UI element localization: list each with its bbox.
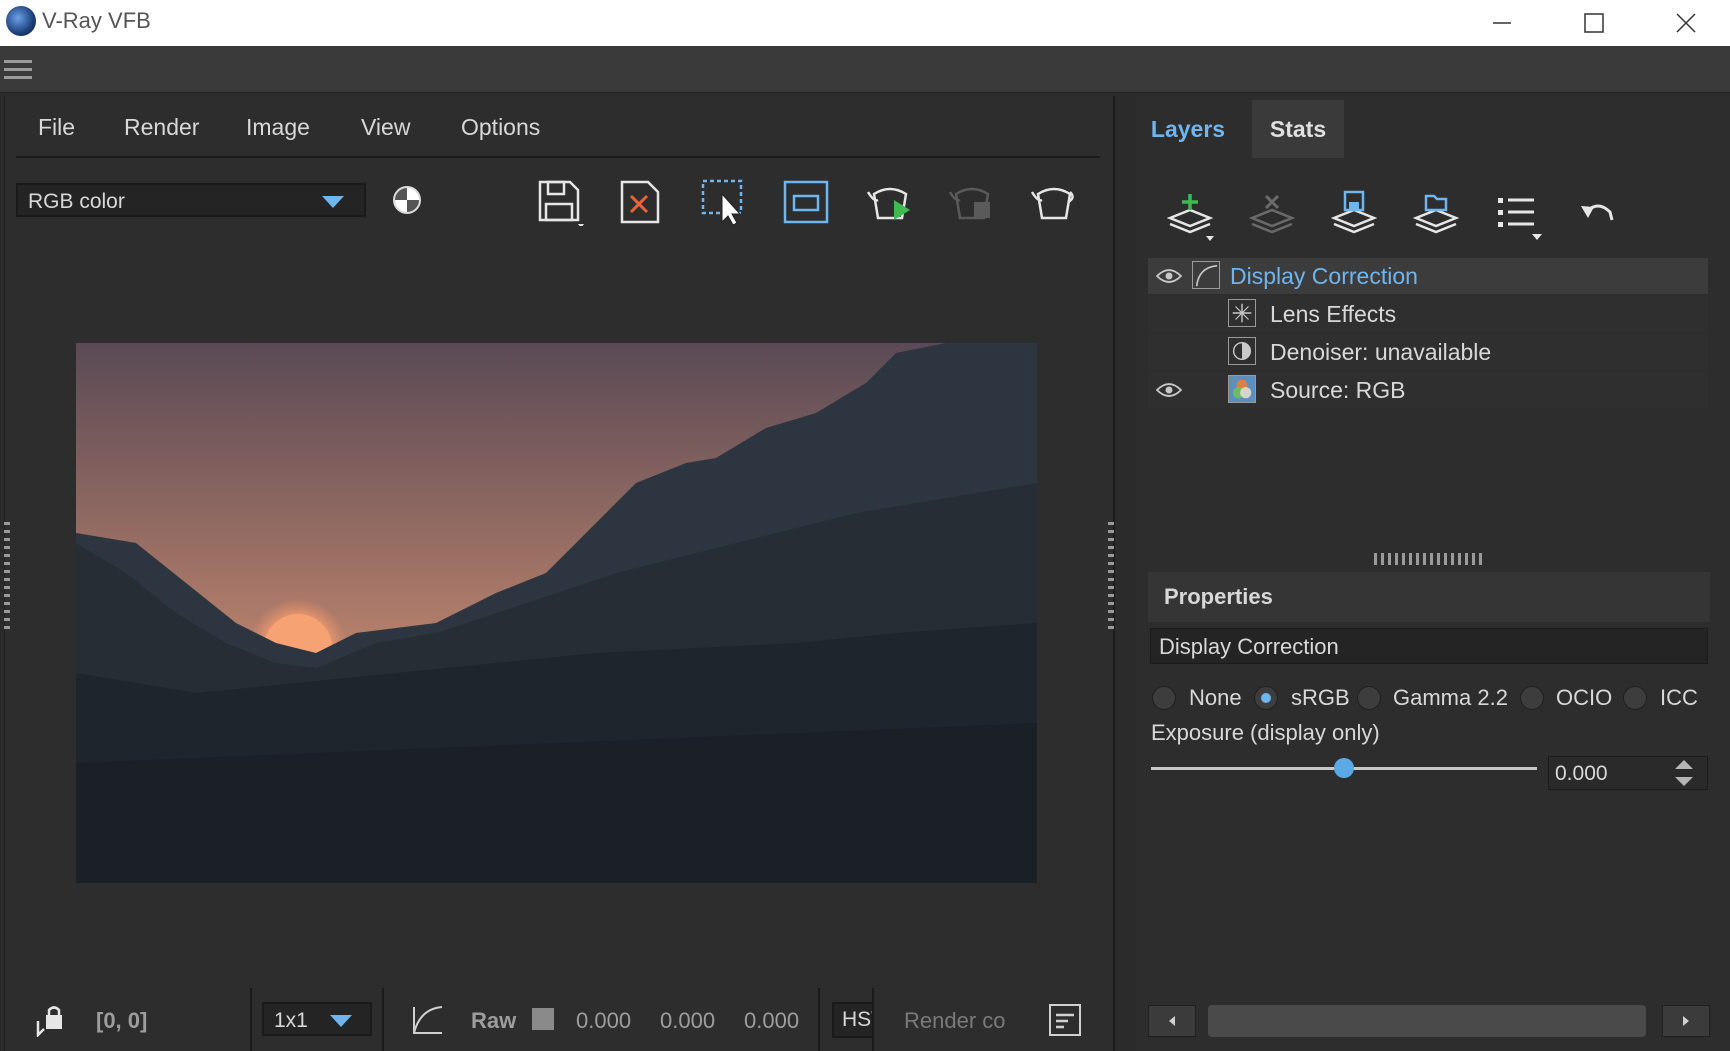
scrollbar-thumb[interactable] (1208, 1005, 1646, 1037)
maximize-button[interactable] (1548, 0, 1640, 46)
render-icon[interactable] (1030, 178, 1078, 226)
channel-select-value: RGB color (28, 190, 125, 213)
rendered-image[interactable] (76, 343, 1037, 883)
radio-ocio[interactable] (1520, 686, 1544, 710)
properties-header: Properties (1148, 572, 1710, 622)
radio-icc-label: ICC (1660, 685, 1698, 710)
sampling-select[interactable]: 1x1 (262, 1002, 372, 1036)
top-strip (0, 46, 1730, 93)
sampling-select-value: 1x1 (274, 1009, 308, 1032)
color-space-button[interactable]: HSV (832, 1002, 874, 1038)
exposure-input-value: 0.000 (1555, 762, 1608, 785)
title-bar: V-Ray VFB (0, 0, 1730, 46)
layer-row-lens-effects[interactable]: Lens Effects (1148, 296, 1708, 332)
save-icon[interactable] (536, 178, 584, 226)
menu-image[interactable]: Image (246, 114, 310, 141)
radio-none-label: None (1189, 685, 1242, 710)
tab-stats[interactable]: Stats (1252, 100, 1344, 158)
maximize-icon (1584, 13, 1604, 33)
horizontal-scrollbar[interactable] (1148, 1005, 1710, 1037)
app-logo-icon (6, 6, 36, 36)
undo-icon[interactable] (1578, 194, 1618, 234)
exposure-input[interactable]: 0.000 (1548, 756, 1708, 790)
radio-none[interactable] (1152, 686, 1176, 710)
properties-title-label: Display Correction (1159, 634, 1339, 659)
radio-ocio-label: OCIO (1556, 685, 1613, 710)
statusbar-separator (818, 988, 820, 1051)
left-panel-grip[interactable] (4, 522, 10, 632)
start-interactive-render-icon[interactable] (866, 178, 914, 226)
radio-srgb[interactable] (1254, 686, 1278, 710)
arrow-right-icon (1683, 1016, 1689, 1026)
spin-up-icon[interactable] (1675, 760, 1693, 769)
tab-layers[interactable]: Layers (1136, 100, 1240, 158)
properties-title: Display Correction (1150, 628, 1708, 664)
hamburger-menu-icon[interactable] (4, 60, 32, 80)
statusbar-separator (382, 988, 384, 1051)
radio-srgb-label: sRGB (1291, 685, 1350, 710)
menu-view[interactable]: View (361, 114, 410, 141)
layer-row-display-correction[interactable]: Display Correction (1148, 258, 1708, 294)
pixel-coordinates: [0, 0] (96, 1008, 148, 1033)
properties-header-label: Properties (1164, 584, 1273, 609)
layer-label: Denoiser: unavailable (1270, 339, 1492, 365)
right-panel-grip[interactable] (1108, 522, 1114, 632)
region-render-icon[interactable] (700, 178, 748, 226)
window-title: V-Ray VFB (42, 8, 151, 33)
follow-mouse-icon[interactable] (782, 178, 830, 226)
exposure-slider-handle[interactable] (1334, 758, 1354, 778)
eye-icon[interactable] (1156, 268, 1182, 284)
menu-divider (16, 156, 1100, 158)
lens-effects-icon (1228, 299, 1256, 327)
render-status-text: Render co (904, 1008, 1006, 1033)
denoiser-icon (1228, 337, 1256, 365)
spin-down-icon[interactable] (1675, 777, 1693, 786)
layer-label: Source: RGB (1270, 377, 1406, 403)
minimize-button[interactable] (1456, 0, 1548, 46)
statusbar-separator (872, 988, 874, 1051)
scroll-right-button[interactable] (1662, 1005, 1710, 1037)
close-icon (1676, 13, 1696, 33)
color-space-label: HSV (842, 1008, 872, 1031)
radio-gamma[interactable] (1357, 686, 1381, 710)
layer-label: Display Correction (1230, 263, 1418, 289)
close-button[interactable] (1640, 0, 1730, 46)
layer-row-denoiser[interactable]: Denoiser: unavailable (1148, 334, 1708, 370)
pixel-value-b: 0.000 (744, 1008, 800, 1033)
pixel-value-r: 0.000 (576, 1008, 632, 1033)
menu-file[interactable]: File (38, 114, 75, 141)
pixel-color-swatch (532, 1008, 554, 1030)
color-corrections-toggle-icon[interactable] (393, 186, 421, 214)
log-window-icon[interactable] (1048, 1003, 1082, 1037)
delete-layer-icon[interactable] (1248, 190, 1296, 238)
save-layer-tree-icon[interactable] (1330, 190, 1378, 238)
chevron-down-icon (322, 196, 344, 208)
radio-icc[interactable] (1623, 686, 1647, 710)
pixel-value-g: 0.000 (660, 1008, 716, 1033)
load-layer-tree-icon[interactable] (1412, 190, 1460, 238)
curve-layer-icon (1192, 261, 1220, 289)
panel-splitter-grip[interactable] (1374, 553, 1484, 565)
statusbar-separator (250, 988, 252, 1051)
menu-render[interactable]: Render (124, 114, 199, 141)
arrow-left-icon (1169, 1016, 1175, 1026)
clear-image-icon[interactable] (618, 178, 666, 226)
curve-icon[interactable] (410, 1003, 444, 1037)
add-layer-icon[interactable] (1166, 190, 1214, 242)
layer-row-source-rgb[interactable]: Source: RGB (1148, 372, 1708, 408)
layer-presets-icon[interactable] (1494, 190, 1542, 242)
minimize-icon (1493, 22, 1511, 24)
stop-render-icon[interactable] (948, 178, 996, 226)
exposure-label: Exposure (display only) (1151, 720, 1380, 745)
radio-gamma-label: Gamma 2.2 (1393, 685, 1508, 710)
lock-pixel-info-icon[interactable] (34, 1003, 68, 1037)
menu-options[interactable]: Options (461, 114, 540, 141)
chevron-down-icon (330, 1015, 352, 1027)
raw-label: Raw (471, 1008, 517, 1033)
eye-icon[interactable] (1156, 382, 1182, 398)
layer-label: Lens Effects (1270, 301, 1397, 327)
channel-select[interactable]: RGB color (16, 183, 366, 217)
source-rgb-icon (1228, 375, 1256, 403)
scroll-left-button[interactable] (1148, 1005, 1196, 1037)
